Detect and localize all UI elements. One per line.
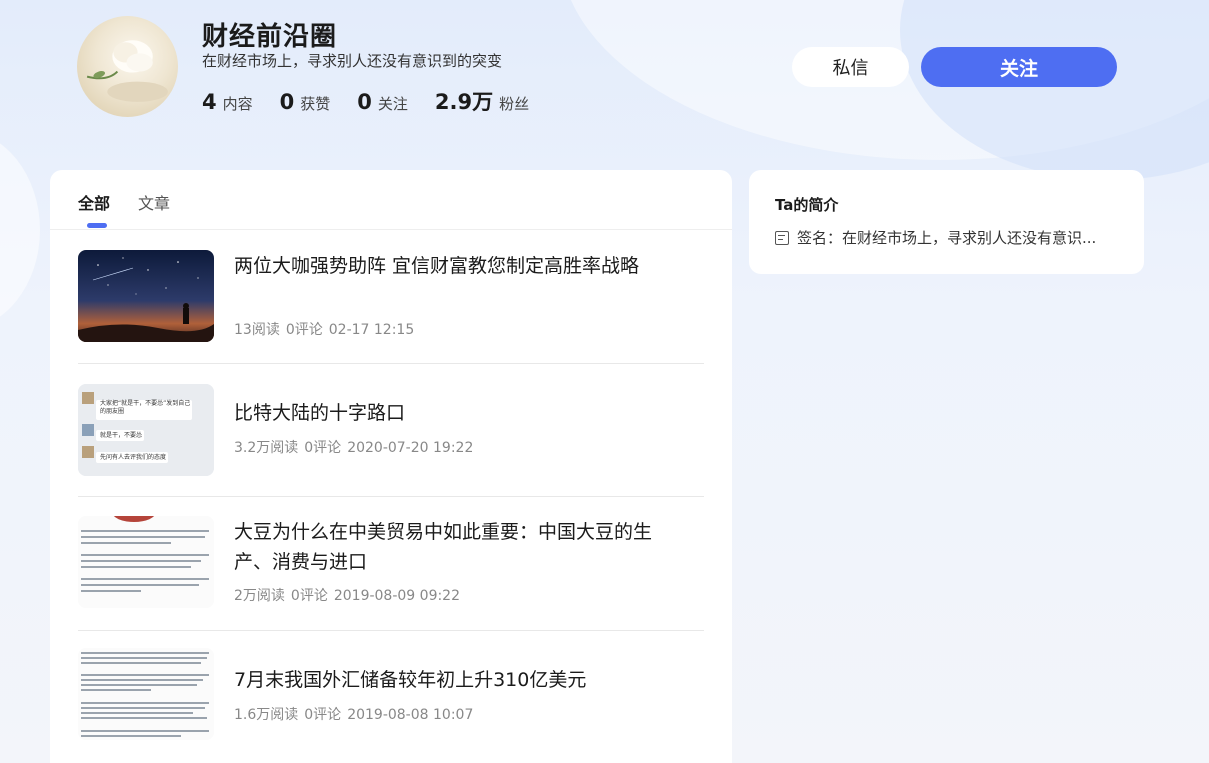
stat-number: 0 xyxy=(279,90,295,114)
background-shape xyxy=(0,130,40,330)
stat-number: 4 xyxy=(202,90,217,114)
profile-stats: 4 内容 0 获赞 0 关注 2.9万 粉丝 xyxy=(202,86,556,116)
article-title[interactable]: 7月末我国外汇储备较年初上升310亿美元 xyxy=(234,665,654,695)
stat-following: 0 关注 xyxy=(357,90,408,114)
profile-signature: 在财经市场上，寻求别人还没有意识到的突变 xyxy=(202,52,503,70)
chat-bubble-text: 就是干，不要怂 xyxy=(100,432,143,439)
article-item[interactable]: 两位大咖强势助阵 宜信财富教您制定高胜率战略 13阅读 0评论 02-17 12:1… xyxy=(78,250,704,354)
divider xyxy=(78,363,704,364)
tab-articles[interactable]: 文章 xyxy=(138,190,170,228)
follow-button[interactable]: 关注 xyxy=(921,47,1117,87)
divider xyxy=(50,229,732,230)
chat-bubble-text: 大家把“就是干，不要怂”发到自己的朋友圈 xyxy=(100,400,191,415)
article-time: 02-17 12:15 xyxy=(328,322,415,338)
stat-number: 2.9万 xyxy=(434,90,494,114)
profile-header: 财经前沿圈 在财经市场上，寻求别人还没有意识到的突变 4 内容 0 获赞 0 关… xyxy=(0,0,1209,150)
intro-signature-row: 签名：在财经市场上，寻求别人还没有意识... xyxy=(775,227,1096,248)
stat-content: 4 内容 xyxy=(202,90,253,114)
avatar[interactable] xyxy=(77,16,178,117)
article-title[interactable]: 比特大陆的十字路口 xyxy=(234,398,654,428)
stat-number: 0 xyxy=(357,90,372,114)
stat-label: 获赞 xyxy=(300,95,331,113)
divider xyxy=(78,496,704,497)
tab-all[interactable]: 全部 xyxy=(78,190,110,228)
article-reads: 1.6万阅读 xyxy=(234,707,299,723)
article-meta: 13阅读 0评论 02-17 12:15 xyxy=(234,319,420,339)
article-title[interactable]: 大豆为什么在中美贸易中如此重要：中国大豆的生产、消费与进口 xyxy=(234,517,654,577)
content-tabs: 全部 文章 xyxy=(78,190,198,228)
message-button[interactable]: 私信 xyxy=(792,47,909,87)
article-comments: 0评论 xyxy=(304,440,342,456)
article-meta: 3.2万阅读 0评论 2020-07-20 19:22 xyxy=(234,437,479,457)
intro-card: Ta的简介 签名：在财经市场上，寻求别人还没有意识... xyxy=(749,170,1144,274)
intro-title: Ta的简介 xyxy=(775,196,839,214)
article-comments: 0评论 xyxy=(304,707,342,723)
document-icon xyxy=(775,230,789,245)
article-reads: 13阅读 xyxy=(234,322,280,338)
article-reads: 3.2万阅读 xyxy=(234,440,299,456)
article-time: 2020-07-20 19:22 xyxy=(347,440,474,456)
chat-bubble-text: 先问有人去评我们的态度 xyxy=(100,454,167,461)
profile-name: 财经前沿圈 xyxy=(202,22,338,52)
article-meta: 1.6万阅读 0评论 2019-08-08 10:07 xyxy=(234,704,479,724)
stat-label: 关注 xyxy=(377,95,408,113)
intro-signature: 签名：在财经市场上，寻求别人还没有意识... xyxy=(797,229,1097,247)
article-item[interactable]: 大家把“就是干，不要怂”发到自己的朋友圈 就是干，不要怂 先问有人去评我们的态度… xyxy=(78,384,704,476)
article-thumbnail[interactable] xyxy=(78,516,214,608)
stat-label: 粉丝 xyxy=(499,95,530,113)
article-thumbnail[interactable]: 大家把“就是干，不要怂”发到自己的朋友圈 就是干，不要怂 先问有人去评我们的态度 xyxy=(78,384,214,476)
stat-label: 内容 xyxy=(222,95,253,113)
article-time: 2019-08-08 10:07 xyxy=(347,707,474,723)
article-thumbnail[interactable] xyxy=(78,250,214,342)
article-time: 2019-08-09 09:22 xyxy=(333,588,461,604)
article-title[interactable]: 两位大咖强势助阵 宜信财富教您制定高胜率战略 xyxy=(234,251,654,281)
stat-likes: 0 获赞 xyxy=(280,90,331,114)
article-comments: 0评论 xyxy=(290,588,328,604)
article-meta: 2万阅读 0评论 2019-08-09 09:22 xyxy=(234,585,466,605)
stat-followers: 2.9万 粉丝 xyxy=(435,86,529,116)
content-feed: 全部 文章 两位大咖强势助阵 宜信财富教您制定高胜率战略 13阅读 0评论 02… xyxy=(50,170,732,763)
divider xyxy=(78,630,704,631)
article-comments: 0评论 xyxy=(285,322,323,338)
article-reads: 2万阅读 xyxy=(234,588,285,604)
article-item[interactable]: 7月末我国外汇储备较年初上升310亿美元 1.6万阅读 0评论 2019-08-08… xyxy=(78,648,704,740)
article-item[interactable]: 大豆为什么在中美贸易中如此重要：中国大豆的生产、消费与进口 2万阅读 0评论 201… xyxy=(78,516,704,608)
article-thumbnail[interactable] xyxy=(78,648,214,740)
